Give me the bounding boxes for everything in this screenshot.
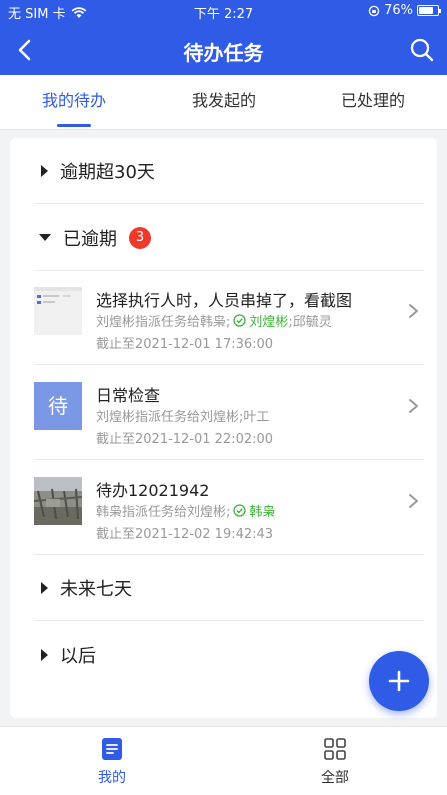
document-list-icon: [102, 738, 122, 760]
back-icon[interactable]: [12, 36, 40, 64]
plus-icon: [388, 670, 410, 692]
task-thumbnail: 待: [34, 382, 82, 430]
task-assignment: 韩枭指派任务给刘煌彬; 韩枭: [96, 501, 275, 520]
tab-processed[interactable]: 已处理的: [303, 75, 443, 130]
tab-label: 我发起的: [191, 91, 256, 110]
task-deadline: 截止至2021-12-01 22:02:00: [96, 432, 274, 447]
bottom-nav: 我的 全部: [0, 726, 447, 795]
task-deadline: 截止至2021-12-02 19:42:43: [96, 527, 274, 542]
active-tab-indicator: [57, 124, 91, 127]
orientation-lock-icon: [368, 5, 380, 16]
bottom-tab-all[interactable]: 全部: [295, 737, 375, 787]
chevron-right-icon: [409, 494, 418, 508]
task-item[interactable]: 待 日常检查 刘煌彬指派任务给刘煌彬;叶工 截止至2021-12-01 22:0…: [34, 365, 424, 460]
task-item[interactable]: 选择执行人时，人员串掉了，看截图 刘煌彬指派任务给韩枭; 刘煌彬 ;邱毓灵 截止…: [34, 270, 424, 365]
task-thumbnail: [34, 477, 82, 525]
task-title: 待办12021942: [96, 481, 210, 500]
section-overdue-30-days[interactable]: 逾期超30天: [34, 138, 424, 204]
assignment-suffix: ;邱毓灵: [288, 315, 332, 330]
chevron-right-icon: [409, 304, 418, 318]
chevron-right-icon: [409, 399, 418, 413]
assignment-text: 韩枭指派任务给刘煌彬;: [96, 505, 231, 520]
task-deadline: 截止至2021-12-01 17:36:00: [96, 337, 274, 352]
bottom-tab-label: 我的: [98, 770, 126, 786]
tab-label: 我的待办: [41, 91, 106, 110]
tab-label: 已处理的: [340, 91, 405, 110]
task-thumbnail: [34, 287, 82, 335]
expand-arrow-icon: [41, 649, 48, 661]
expand-arrow-icon: [41, 164, 48, 177]
assignment-text: 刘煌彬指派任务给韩枭;: [96, 315, 231, 330]
completed-assignee: 韩枭: [249, 505, 276, 520]
search-icon[interactable]: [407, 35, 437, 65]
task-item[interactable]: 待办12021942 韩枭指派任务给刘煌彬; 韩枭 截止至2021-12-02 …: [34, 460, 424, 555]
bottom-tab-mine[interactable]: 我的: [72, 737, 152, 787]
add-task-button[interactable]: [369, 651, 429, 711]
battery-percent: 76%: [384, 3, 413, 18]
collapse-arrow-icon: [39, 234, 51, 241]
task-title: 选择执行人时，人员串掉了，看截图: [96, 291, 353, 310]
app-header: 无 SIM 卡 下午 2:27 76% 待办任务: [0, 0, 447, 75]
section-later[interactable]: 以后: [34, 622, 424, 688]
section-title: 以后: [60, 646, 96, 667]
tab-bar: 我的待办 我发起的 已处理的: [0, 75, 447, 130]
count-badge: 3: [129, 226, 151, 249]
bottom-tab-label: 全部: [321, 770, 349, 786]
page-title: 待办任务: [183, 41, 264, 65]
status-bar: 无 SIM 卡 下午 2:27 76%: [0, 0, 447, 22]
section-overdue[interactable]: 已逾期 3: [34, 205, 424, 271]
expand-arrow-icon: [41, 581, 48, 594]
task-title: 日常检查: [96, 386, 161, 405]
section-title: 逾期超30天: [60, 161, 155, 183]
battery-icon: [417, 5, 441, 16]
check-circle-icon: [233, 504, 247, 517]
section-title: 已逾期: [63, 228, 117, 250]
tab-my-todo[interactable]: 我的待办: [4, 75, 144, 130]
section-next-seven-days[interactable]: 未来七天: [34, 555, 424, 621]
assignment-text: 刘煌彬指派任务给刘煌彬;叶工: [96, 410, 270, 425]
task-list-card: 逾期超30天 已逾期 3 选择执行人时，人员串掉了，看截图 刘煌彬指派任务给韩枭…: [10, 138, 437, 718]
task-assignment: 刘煌彬指派任务给刘煌彬;叶工: [96, 406, 269, 425]
grid-icon: [324, 738, 346, 760]
check-circle-icon: [233, 314, 247, 327]
tab-initiated[interactable]: 我发起的: [154, 75, 294, 130]
task-assignment: 刘煌彬指派任务给韩枭; 刘煌彬 ;邱毓灵: [96, 311, 332, 330]
section-title: 未来七天: [60, 578, 132, 600]
completed-assignee: 刘煌彬: [249, 315, 289, 330]
